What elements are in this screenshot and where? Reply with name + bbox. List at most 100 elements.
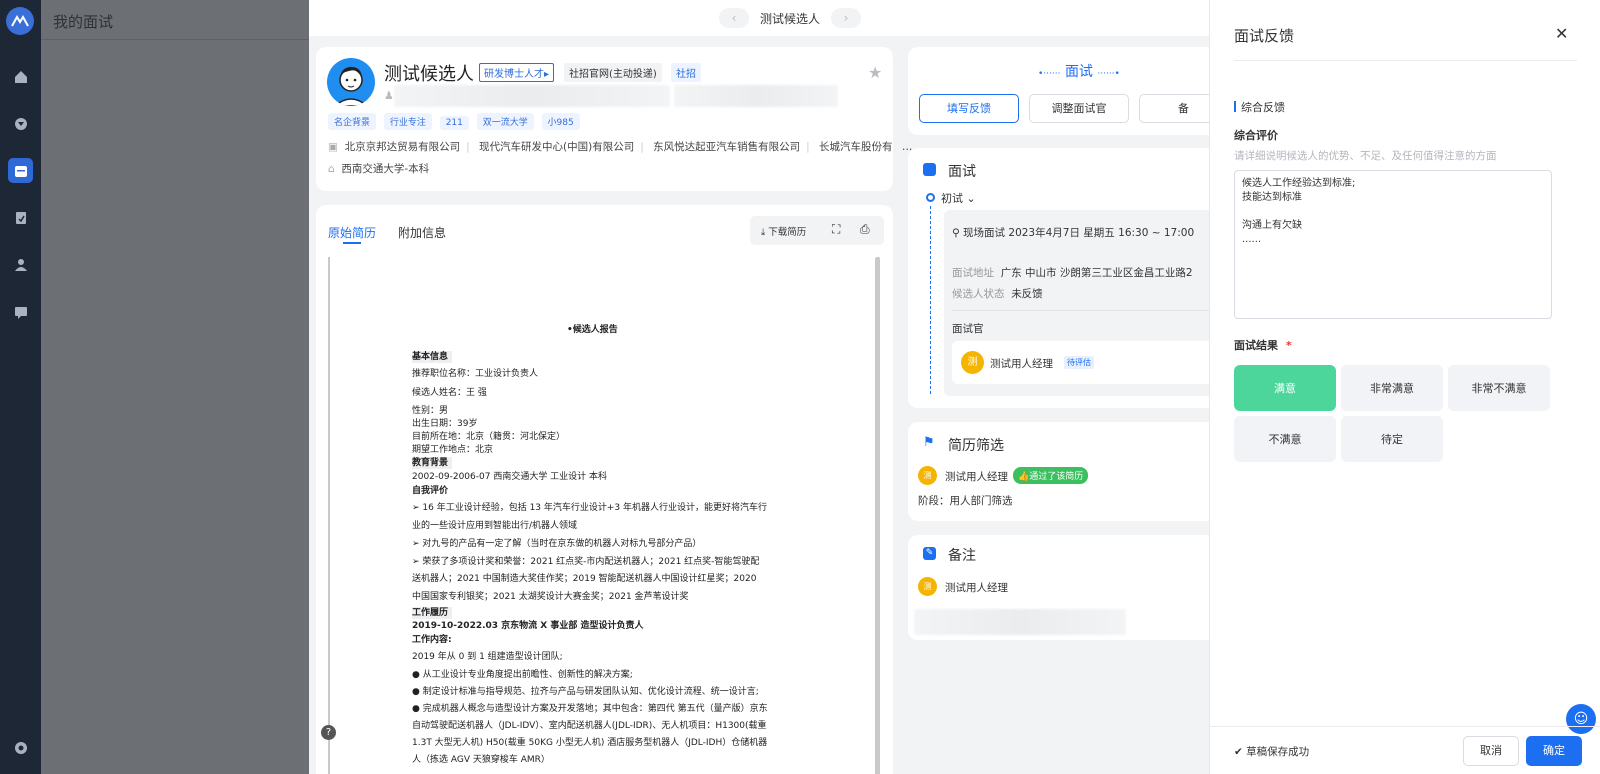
home-icon[interactable] <box>8 64 33 89</box>
feedback-section: 综合反馈 <box>1241 101 1285 114</box>
graduation-cap-icon: ⌂ <box>328 163 335 175</box>
edit-note-icon: ✎ <box>923 547 936 560</box>
resume-work-item: ● 制定设计标准与指导规范、拉齐与产品与研发团队认知、优化设计流程、统一设计言; <box>412 687 759 697</box>
draft-status-text: 草稿保存成功 <box>1246 746 1310 758</box>
fill-feedback-button[interactable]: 填写反馈 <box>919 94 1019 123</box>
message-icon[interactable] <box>8 299 33 324</box>
resume-self-line: ➢ 16 年工业设计经验，包括 13 年汽车行业设计+3 年机器人行业设计，能更… <box>412 503 768 513</box>
sidebar-overlay: 我的面试 <box>41 0 309 774</box>
round-dot-icon <box>926 193 935 202</box>
resume-line: 推荐职位名称：工业设计负责人 <box>412 369 539 379</box>
research-talent-tag[interactable]: 研发博士人才▸ <box>479 63 555 82</box>
next-candidate-button[interactable]: › <box>831 8 861 28</box>
adjust-interviewer-button[interactable]: 调整面试官 <box>1029 94 1129 123</box>
result-option-very-satisfied[interactable]: 非常满意 <box>1341 365 1443 411</box>
result-label: 面试结果 <box>1234 339 1278 352</box>
result-option-unsatisfied[interactable]: 不满意 <box>1234 416 1336 462</box>
candidate-avatar <box>327 58 375 106</box>
research-tag-label: 研发博士人才 <box>484 69 544 80</box>
status-label: 候选人状态 <box>952 288 1005 300</box>
resume-self-line: 送机器人；2021 中国制造大奖佳作奖；2019 智能配送机器人中国设计红星奖；… <box>412 574 757 584</box>
result-option-satisfied[interactable]: 满意 <box>1234 365 1336 411</box>
address-label: 面试地址 <box>952 267 994 279</box>
note-author-name: 测试用人经理 <box>945 582 1008 594</box>
resume-self-line: 业的一些设计应用到智能出行/机器人领域 <box>412 521 578 531</box>
type-tag: 社招 <box>671 63 701 82</box>
panel-divider <box>1234 60 1577 61</box>
user-icon[interactable] <box>8 252 33 277</box>
app-logo-icon[interactable] <box>6 7 34 35</box>
resume-line: 出生日期：39岁 <box>412 419 478 429</box>
prev-candidate-button[interactable]: ‹ <box>719 8 749 28</box>
calendar-icon[interactable] <box>8 158 33 183</box>
chevron-down-icon: ⌄ <box>966 192 976 205</box>
redacted-contact-info <box>394 85 670 107</box>
notes-button[interactable]: 备 <box>1139 94 1219 123</box>
download-icon: ⤓ <box>761 227 766 238</box>
resume-scrollbar[interactable] <box>875 257 880 774</box>
filter-funnel-icon[interactable] <box>8 111 33 136</box>
tab-active-underline <box>343 242 361 244</box>
download-label: 下载简历 <box>768 227 807 238</box>
label-tag: 行业专注 <box>383 113 432 130</box>
interview-section-icon <box>923 163 936 176</box>
source-tag: 社招官网(主动投递) <box>564 63 662 82</box>
education-row: ⌂ 西南交通大学-本科 <box>328 161 429 176</box>
caret-right-icon: ▸ <box>544 69 550 80</box>
screening-card: ⚑ 简历筛选 测 测试用人经理 👍通过了该简历 阶段：用人部门筛选 <box>908 422 1209 521</box>
screener-avatar: 测 <box>918 466 937 485</box>
interview-datetime: ⚲ 现场面试 2023年4月7日 星期五 16:30 ~ 17:00 <box>952 225 1194 240</box>
resume-line: 目前所在地：北京（籍贯：河北保定） <box>412 432 566 442</box>
label-tag: 小985 <box>541 113 580 130</box>
resume-work-item: 自动驾驶配送机器人（JDL-IDV）、室内配送机器人(JDL-IDR)、无人机项… <box>412 721 767 731</box>
thumbs-up-icon: 👍 <box>1018 472 1030 482</box>
interviewer-label: 面试官 <box>952 323 984 335</box>
header-title: 测试候选人 <box>760 12 821 26</box>
eval-textarea[interactable]: 候选人工作经验达到标准; 技能达到标准 沟通上有欠缺 ...... <box>1234 170 1552 319</box>
resume-work-item: ● 完成机器人概念与造型设计方案及开发落地；其中包含：第四代 第五代（量产版）京… <box>412 704 768 714</box>
contact-person-icon: ♟ <box>384 89 394 102</box>
resume-section-basic: 基本信息 <box>412 351 453 363</box>
print-icon[interactable]: ⎙ <box>860 222 870 237</box>
confirm-button[interactable]: 确定 <box>1526 736 1582 766</box>
resume-work-item: 2019 年从 0 到 1 组建造型设计团队; <box>412 652 563 662</box>
clipboard-icon[interactable] <box>8 205 33 230</box>
interviewer-chip: 测 测试用人经理 待评估 <box>952 341 1214 384</box>
fullscreen-icon[interactable]: ⛶ <box>832 222 840 237</box>
close-icon[interactable]: ✕ <box>1555 24 1568 43</box>
pending-eval-badge: 待评估 <box>1064 356 1094 369</box>
result-option-pending[interactable]: 待定 <box>1341 416 1443 462</box>
candidate-header: ‹ 测试候选人 › <box>309 0 1209 36</box>
timeline-line <box>930 206 931 394</box>
screening-title: 简历筛选 <box>948 438 1004 454</box>
company-item: 北京京邦达贸易有限公司 <box>344 141 461 153</box>
star-icon[interactable]: ★ <box>868 63 882 82</box>
chat-support-icon[interactable]: ☺ <box>1566 704 1596 734</box>
notes-title: 备注 <box>948 548 976 564</box>
candidate-name: 测试候选人 <box>384 64 474 85</box>
required-mark: * <box>1285 339 1292 352</box>
result-option-very-unsatisfied[interactable]: 非常不满意 <box>1448 365 1550 411</box>
company-row: ▣ 北京京邦达贸易有限公司 | 现代汽车研发中心(中国)有限公司 | 东风悦达起亚汽… <box>328 141 913 153</box>
passed-badge: 👍通过了该简历 <box>1013 467 1089 484</box>
tab-extra-info[interactable]: 附加信息 <box>398 224 446 241</box>
company-item: 东风悦达起亚汽车销售有限公司 <box>653 141 801 153</box>
round-selector[interactable]: 初试 ⌄ <box>941 190 976 206</box>
help-icon[interactable]: ? <box>321 725 336 740</box>
settings-gear-icon[interactable] <box>8 735 33 760</box>
education-text: 西南交通大学-本科 <box>341 163 430 175</box>
page-title: 我的面试 <box>41 0 309 40</box>
label-tag: 211 <box>439 116 469 130</box>
cancel-button[interactable]: 取消 <box>1463 736 1519 766</box>
tab-original-resume[interactable]: 原始简历 <box>328 224 376 241</box>
interview-section-title: 面试 <box>948 164 976 180</box>
dots-decoration: •······ <box>1038 69 1061 79</box>
company-item: 现代汽车研发中心(中国)有限公司 <box>479 141 635 153</box>
resume-work-line: 2019-10-2022.03 京东物流 X 事业部 造型设计负责人 <box>412 621 644 631</box>
eval-label: 综合评价 <box>1234 129 1278 142</box>
redacted-note-content <box>914 609 1126 635</box>
download-resume-button[interactable]: ⤓ 下载简历 <box>761 224 806 238</box>
filter-icon: ⚑ <box>923 435 935 450</box>
redacted-contact-info-2 <box>674 85 838 107</box>
screening-stage: 阶段：用人部门筛选 <box>918 495 1013 507</box>
